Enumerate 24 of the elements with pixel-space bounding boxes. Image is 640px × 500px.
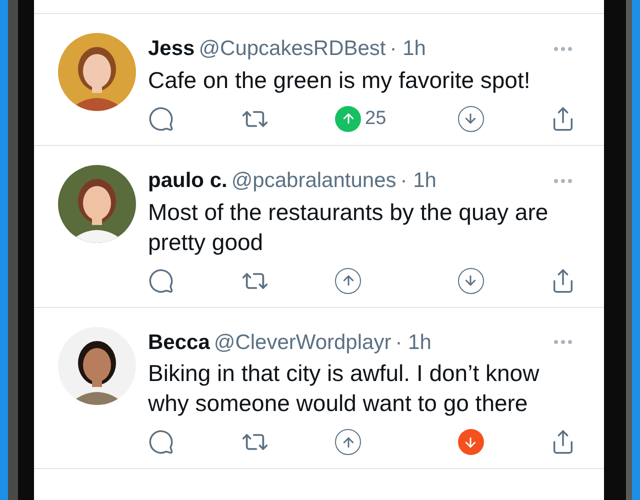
post-time: · 1h	[400, 168, 436, 194]
author-name[interactable]: paulo c.	[148, 165, 228, 196]
reply-icon[interactable]	[148, 429, 174, 455]
arrow-down-icon	[463, 273, 478, 288]
downvote-button[interactable]	[458, 429, 484, 455]
post-time: · 1h	[395, 330, 432, 356]
upvote-button[interactable]	[335, 268, 361, 294]
reply-icon[interactable]	[148, 106, 174, 132]
arrow-down-icon	[463, 434, 478, 450]
downvote-button[interactable]	[458, 106, 484, 132]
post-text: Most of the restaurants by the quay are pretty good	[148, 198, 550, 256]
author-name[interactable]: Becca	[148, 326, 210, 358]
downvote-button[interactable]	[458, 268, 484, 294]
author-handle[interactable]: @CleverWordplayr	[214, 326, 392, 358]
post-text: Biking in that city is awful. I don’t know why someone would want to go there	[148, 359, 540, 418]
upvote-button[interactable]	[335, 429, 361, 455]
post-time: · 1h	[390, 36, 426, 62]
post-text: Cafe on the green is my favorite spot!	[148, 66, 532, 94]
author-name[interactable]: Jess	[148, 33, 195, 64]
author-handle[interactable]: @pcabralantunes	[231, 165, 396, 196]
arrow-down-icon	[463, 111, 478, 126]
author-handle[interactable]: @CupcakesRDBest	[198, 33, 386, 64]
upvote-count: 25	[365, 106, 386, 130]
reply-icon[interactable]	[148, 268, 174, 294]
